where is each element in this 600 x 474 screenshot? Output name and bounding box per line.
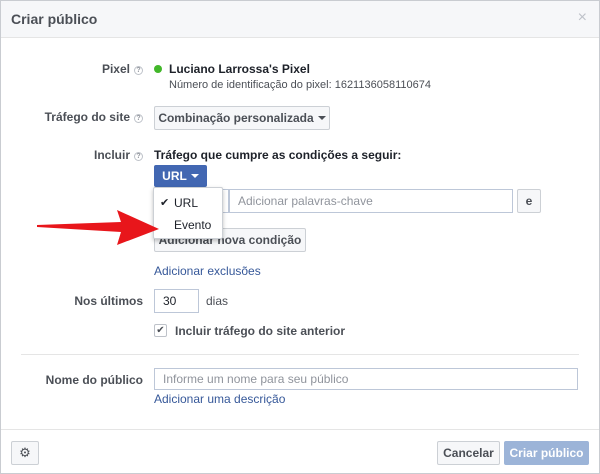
dialog-title: Criar público — [11, 11, 98, 27]
include-heading: Tráfego que cumpre as condições a seguir… — [154, 148, 402, 162]
days-unit: dias — [206, 294, 229, 308]
cancel-button[interactable]: Cancelar — [437, 441, 500, 465]
keywords-input[interactable]: Adicionar palavras-chave — [229, 189, 513, 213]
info-icon[interactable]: ? — [134, 66, 143, 75]
pixel-id: Número de identificação do pixel: 162113… — [169, 79, 431, 91]
gear-icon: ⚙ — [19, 445, 31, 460]
rule-type-label: URL — [162, 169, 187, 183]
info-icon[interactable]: ? — [134, 114, 143, 123]
audience-name-input[interactable]: Informe um nome para seu público — [154, 368, 578, 390]
add-exclusions-link[interactable]: Adicionar exclusões — [154, 264, 261, 278]
traffic-label: Tráfego do site? — [45, 110, 143, 124]
dialog-header: Criar público × — [1, 1, 599, 38]
chevron-down-icon — [317, 116, 326, 120]
chevron-down-icon — [190, 174, 199, 178]
and-button[interactable]: e — [517, 189, 541, 213]
section-divider — [21, 354, 579, 355]
add-description-link[interactable]: Adicionar uma descrição — [154, 392, 285, 406]
rule-type-dropdown: ✔ URL Evento — [153, 187, 223, 239]
pixel-label: Pixel? — [102, 62, 143, 76]
dropdown-option-evento[interactable]: Evento — [154, 214, 222, 236]
settings-button[interactable]: ⚙ — [11, 441, 39, 465]
previous-traffic-checkbox[interactable]: ✔ — [154, 324, 167, 337]
traffic-select[interactable]: Combinação personalizada — [154, 106, 330, 130]
check-icon: ✔ — [160, 197, 170, 209]
pixel-name: Luciano Larrossa's Pixel — [169, 62, 310, 76]
traffic-select-label: Combinação personalizada — [158, 111, 314, 125]
info-icon[interactable]: ? — [134, 152, 143, 161]
previous-traffic-label: Incluir tráfego do site anterior — [175, 324, 346, 338]
create-audience-button[interactable]: Criar público — [504, 441, 589, 465]
include-label: Incluir? — [94, 148, 143, 162]
create-audience-dialog: Criar público × Pixel? Luciano Larrossa'… — [0, 0, 600, 474]
last-days-label: Nos últimos — [74, 294, 143, 308]
pixel-status-dot — [154, 65, 162, 73]
dropdown-option-url[interactable]: ✔ URL — [154, 192, 222, 214]
close-icon[interactable]: × — [578, 9, 587, 27]
red-arrow-annotation — [37, 210, 159, 245]
rule-type-button[interactable]: URL — [154, 165, 207, 187]
days-input[interactable]: 30 — [154, 289, 199, 313]
footer-divider — [1, 429, 599, 430]
audience-name-label: Nome do público — [45, 373, 143, 387]
